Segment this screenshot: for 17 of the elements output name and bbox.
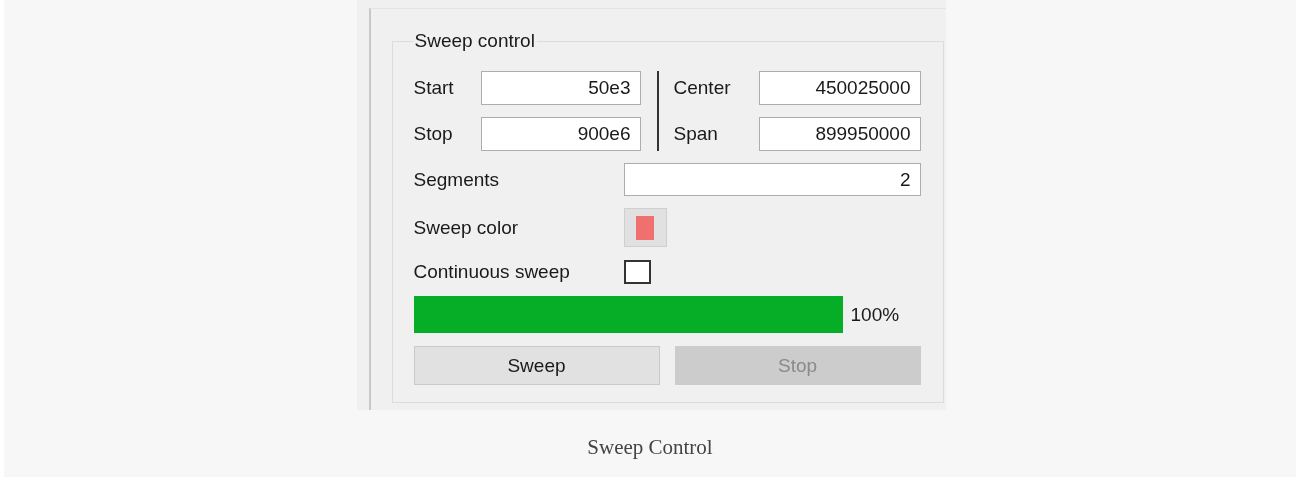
sweep-button[interactable]: Sweep xyxy=(413,346,660,385)
field-label: Start xyxy=(413,77,455,99)
progress-reading: 100% xyxy=(850,303,900,326)
field-label: Span xyxy=(673,123,719,145)
field-label: Stop xyxy=(413,123,454,145)
input-field[interactable]: 2 xyxy=(623,163,921,196)
input-field[interactable]: 900e6 xyxy=(480,117,641,151)
field-label: Segments xyxy=(413,168,501,191)
color-button[interactable] xyxy=(623,208,667,247)
checkbox-label: Continuous sweep xyxy=(413,261,571,283)
input-field[interactable]: 50e3 xyxy=(480,71,641,105)
input-field[interactable]: 899950000 xyxy=(758,117,921,151)
input-field[interactable]: 450025000 xyxy=(758,71,921,105)
caption: Sweep Control xyxy=(587,435,713,460)
field-label: Center xyxy=(673,77,732,99)
field-label: Sweep color xyxy=(413,216,520,239)
checkbox[interactable] xyxy=(623,260,651,284)
